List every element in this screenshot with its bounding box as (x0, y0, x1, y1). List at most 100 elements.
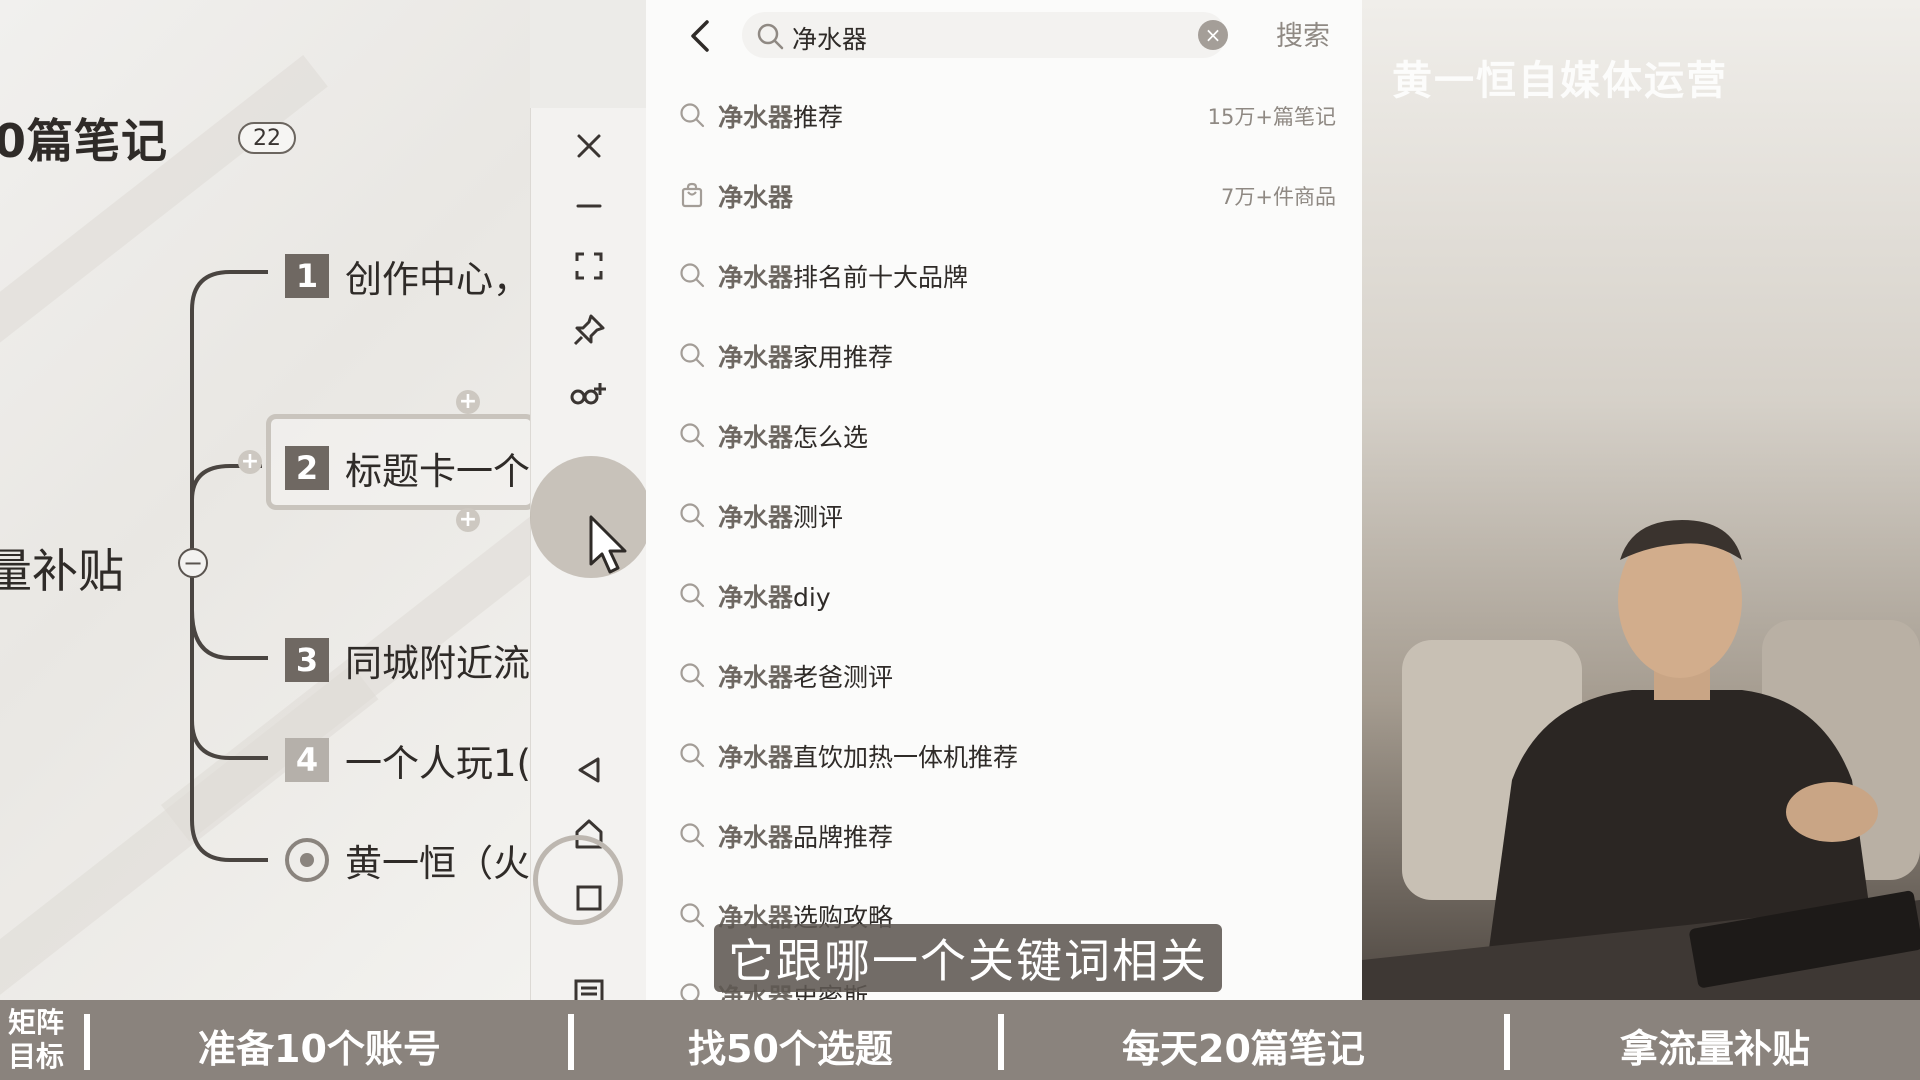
shopping-bag-icon (678, 181, 706, 209)
goal-banner: 矩阵目标 准备10个账号 找50个选题 每天20篇笔记 拿流量补贴 (0, 1000, 1920, 1080)
mindmap-node-4[interactable]: 4 一个人玩1( (285, 732, 530, 788)
banner-goal-3: 每天20篇笔记 (1122, 1027, 1365, 1071)
suggestion-rest: 推荐 (793, 103, 844, 132)
target-icon (285, 838, 329, 882)
add-node-left-icon[interactable]: + (238, 450, 262, 474)
suggestion-highlight: 净水器 (718, 663, 794, 692)
suggestion-keyword: 净水器老爸测评 (718, 658, 893, 694)
search-icon (678, 821, 706, 849)
banner-divider (998, 1014, 1004, 1070)
search-icon (678, 261, 706, 289)
search-icon (678, 741, 706, 769)
fullscreen-icon[interactable] (565, 242, 613, 290)
search-query: 净水器 (792, 25, 868, 54)
suggestion-item[interactable]: 净水器 7万+件商品 (646, 156, 1362, 236)
search-icon (678, 661, 706, 689)
suggestion-highlight: 净水器 (718, 183, 794, 212)
suggestion-item[interactable]: 净水器老爸测评 (646, 636, 1362, 716)
video-subtitle: 它跟哪一个关键词相关 (714, 924, 1222, 992)
suggestion-highlight: 净水器 (718, 823, 794, 852)
suggestion-highlight: 净水器 (718, 103, 794, 132)
mouse-pointer-icon (589, 515, 627, 574)
suggestion-highlight: 净水器 (718, 263, 794, 292)
search-icon (678, 901, 706, 929)
mindmap-node-5[interactable]: 黄一恒（火 (285, 832, 530, 888)
search-icon (678, 581, 706, 609)
suggestion-rest: 直饮加热一体机推荐 (793, 743, 1019, 772)
close-icon[interactable] (565, 122, 613, 170)
node-label: 黄一恒（火 (345, 842, 530, 885)
mindmap-node-2[interactable]: 2 标题卡一个 (285, 440, 530, 496)
suggestion-item[interactable]: 净水器直饮加热一体机推荐 (646, 716, 1362, 796)
presenter-video: 黄一恒自媒体运营 (1362, 0, 1920, 1000)
suggestion-item[interactable]: 净水器品牌推荐 (646, 796, 1362, 876)
suggestion-rest: 家用推荐 (793, 343, 894, 372)
suggestion-keyword: 净水器测评 (718, 498, 843, 534)
banner-goal-2: 找50个选题 (688, 1027, 893, 1071)
suggestion-item[interactable]: 净水器推荐 15万+篇笔记 (646, 76, 1362, 156)
mindmap-node-1[interactable]: 1 创作中心， (285, 248, 530, 304)
suggestion-keyword: 净水器家用推荐 (718, 338, 893, 374)
node-label: 创作中心， (345, 258, 530, 301)
search-icon (678, 421, 706, 449)
node-label: 一个人玩1( (345, 742, 530, 785)
search-submit-button[interactable]: 搜索 (1276, 14, 1330, 53)
suggestion-rest: 排名前十大品牌 (793, 263, 969, 292)
search-header: 净水器 × 搜索 (646, 0, 1362, 70)
chevron-left-icon (691, 20, 709, 52)
focus-ring (533, 835, 623, 925)
minimize-icon[interactable] (565, 182, 613, 230)
suggestion-keyword: 净水器怎么选 (718, 418, 868, 454)
banner-divider (1504, 1014, 1510, 1070)
link-add-icon[interactable] (565, 370, 613, 418)
suggestion-highlight: 净水器 (718, 423, 794, 452)
node-number: 2 (285, 446, 329, 490)
suggestion-highlight: 净水器 (718, 583, 794, 612)
suggestion-keyword: 净水器 (718, 178, 793, 214)
clear-search-button[interactable]: × (1198, 20, 1228, 50)
suggestion-rest: 品牌推荐 (793, 823, 894, 852)
search-panel: 净水器 × 搜索 净水器推荐 15万+篇笔记 净水器 7万+件商品 净水器排名前十大品牌… (646, 0, 1362, 1080)
suggestion-item[interactable]: 净水器怎么选 (646, 396, 1362, 476)
pin-icon[interactable] (565, 306, 613, 354)
banner-divider (568, 1014, 574, 1070)
suggestion-highlight: 净水器 (718, 343, 794, 372)
suggestion-keyword: 净水器排名前十大品牌 (718, 258, 968, 294)
banner-goal-1: 准备10个账号 (198, 1027, 441, 1071)
node-number: 4 (285, 738, 329, 782)
node-number: 1 (285, 254, 329, 298)
banner-label: 矩阵目标 (8, 1006, 65, 1073)
suggestion-keyword: 净水器品牌推荐 (718, 818, 893, 854)
search-icon (757, 23, 784, 50)
banner-divider (84, 1014, 90, 1070)
back-button[interactable] (682, 14, 718, 58)
search-icon (678, 501, 706, 529)
suggestion-item[interactable]: 净水器测评 (646, 476, 1362, 556)
search-icon (678, 341, 706, 369)
mindmap-node-3[interactable]: 3 同城附近流 (285, 632, 530, 688)
mindmap-canvas[interactable]: 0篇笔记 22 量补贴 − + + + 1 创作中心， 2 标题卡一个 3 同城… (0, 0, 530, 1000)
suggestion-keyword: 净水器直饮加热一体机推荐 (718, 738, 1018, 774)
suggestion-item[interactable]: 净水器排名前十大品牌 (646, 236, 1362, 316)
suggestion-rest: 测评 (793, 503, 844, 532)
add-node-bottom-icon[interactable]: + (456, 508, 480, 532)
back-triangle-icon[interactable] (565, 746, 613, 794)
suggestion-item[interactable]: 净水器家用推荐 (646, 316, 1362, 396)
search-icon (678, 101, 706, 129)
suggestion-rest: 老爸测评 (793, 663, 894, 692)
suggestion-highlight: 净水器 (718, 503, 794, 532)
suggestion-rest: 怎么选 (793, 423, 869, 452)
suggestion-count: 15万+篇笔记 (1207, 105, 1336, 129)
suggestion-count: 7万+件商品 (1221, 185, 1336, 209)
node-label: 同城附近流 (345, 642, 530, 685)
mindmap-root-topic[interactable]: 量补贴 (0, 535, 124, 601)
banner-goal-4: 拿流量补贴 (1620, 1027, 1811, 1071)
search-input[interactable]: 净水器 (742, 12, 1226, 58)
add-node-top-icon[interactable]: + (456, 390, 480, 414)
suggestion-item[interactable]: 净水器diy (646, 556, 1362, 636)
suggestion-keyword: 净水器推荐 (718, 98, 843, 134)
presenter-figure (1362, 520, 1920, 1000)
suggestion-rest: diy (793, 583, 831, 612)
collapse-branch-button[interactable]: − (178, 548, 208, 578)
suggestion-keyword: 净水器diy (718, 578, 831, 614)
